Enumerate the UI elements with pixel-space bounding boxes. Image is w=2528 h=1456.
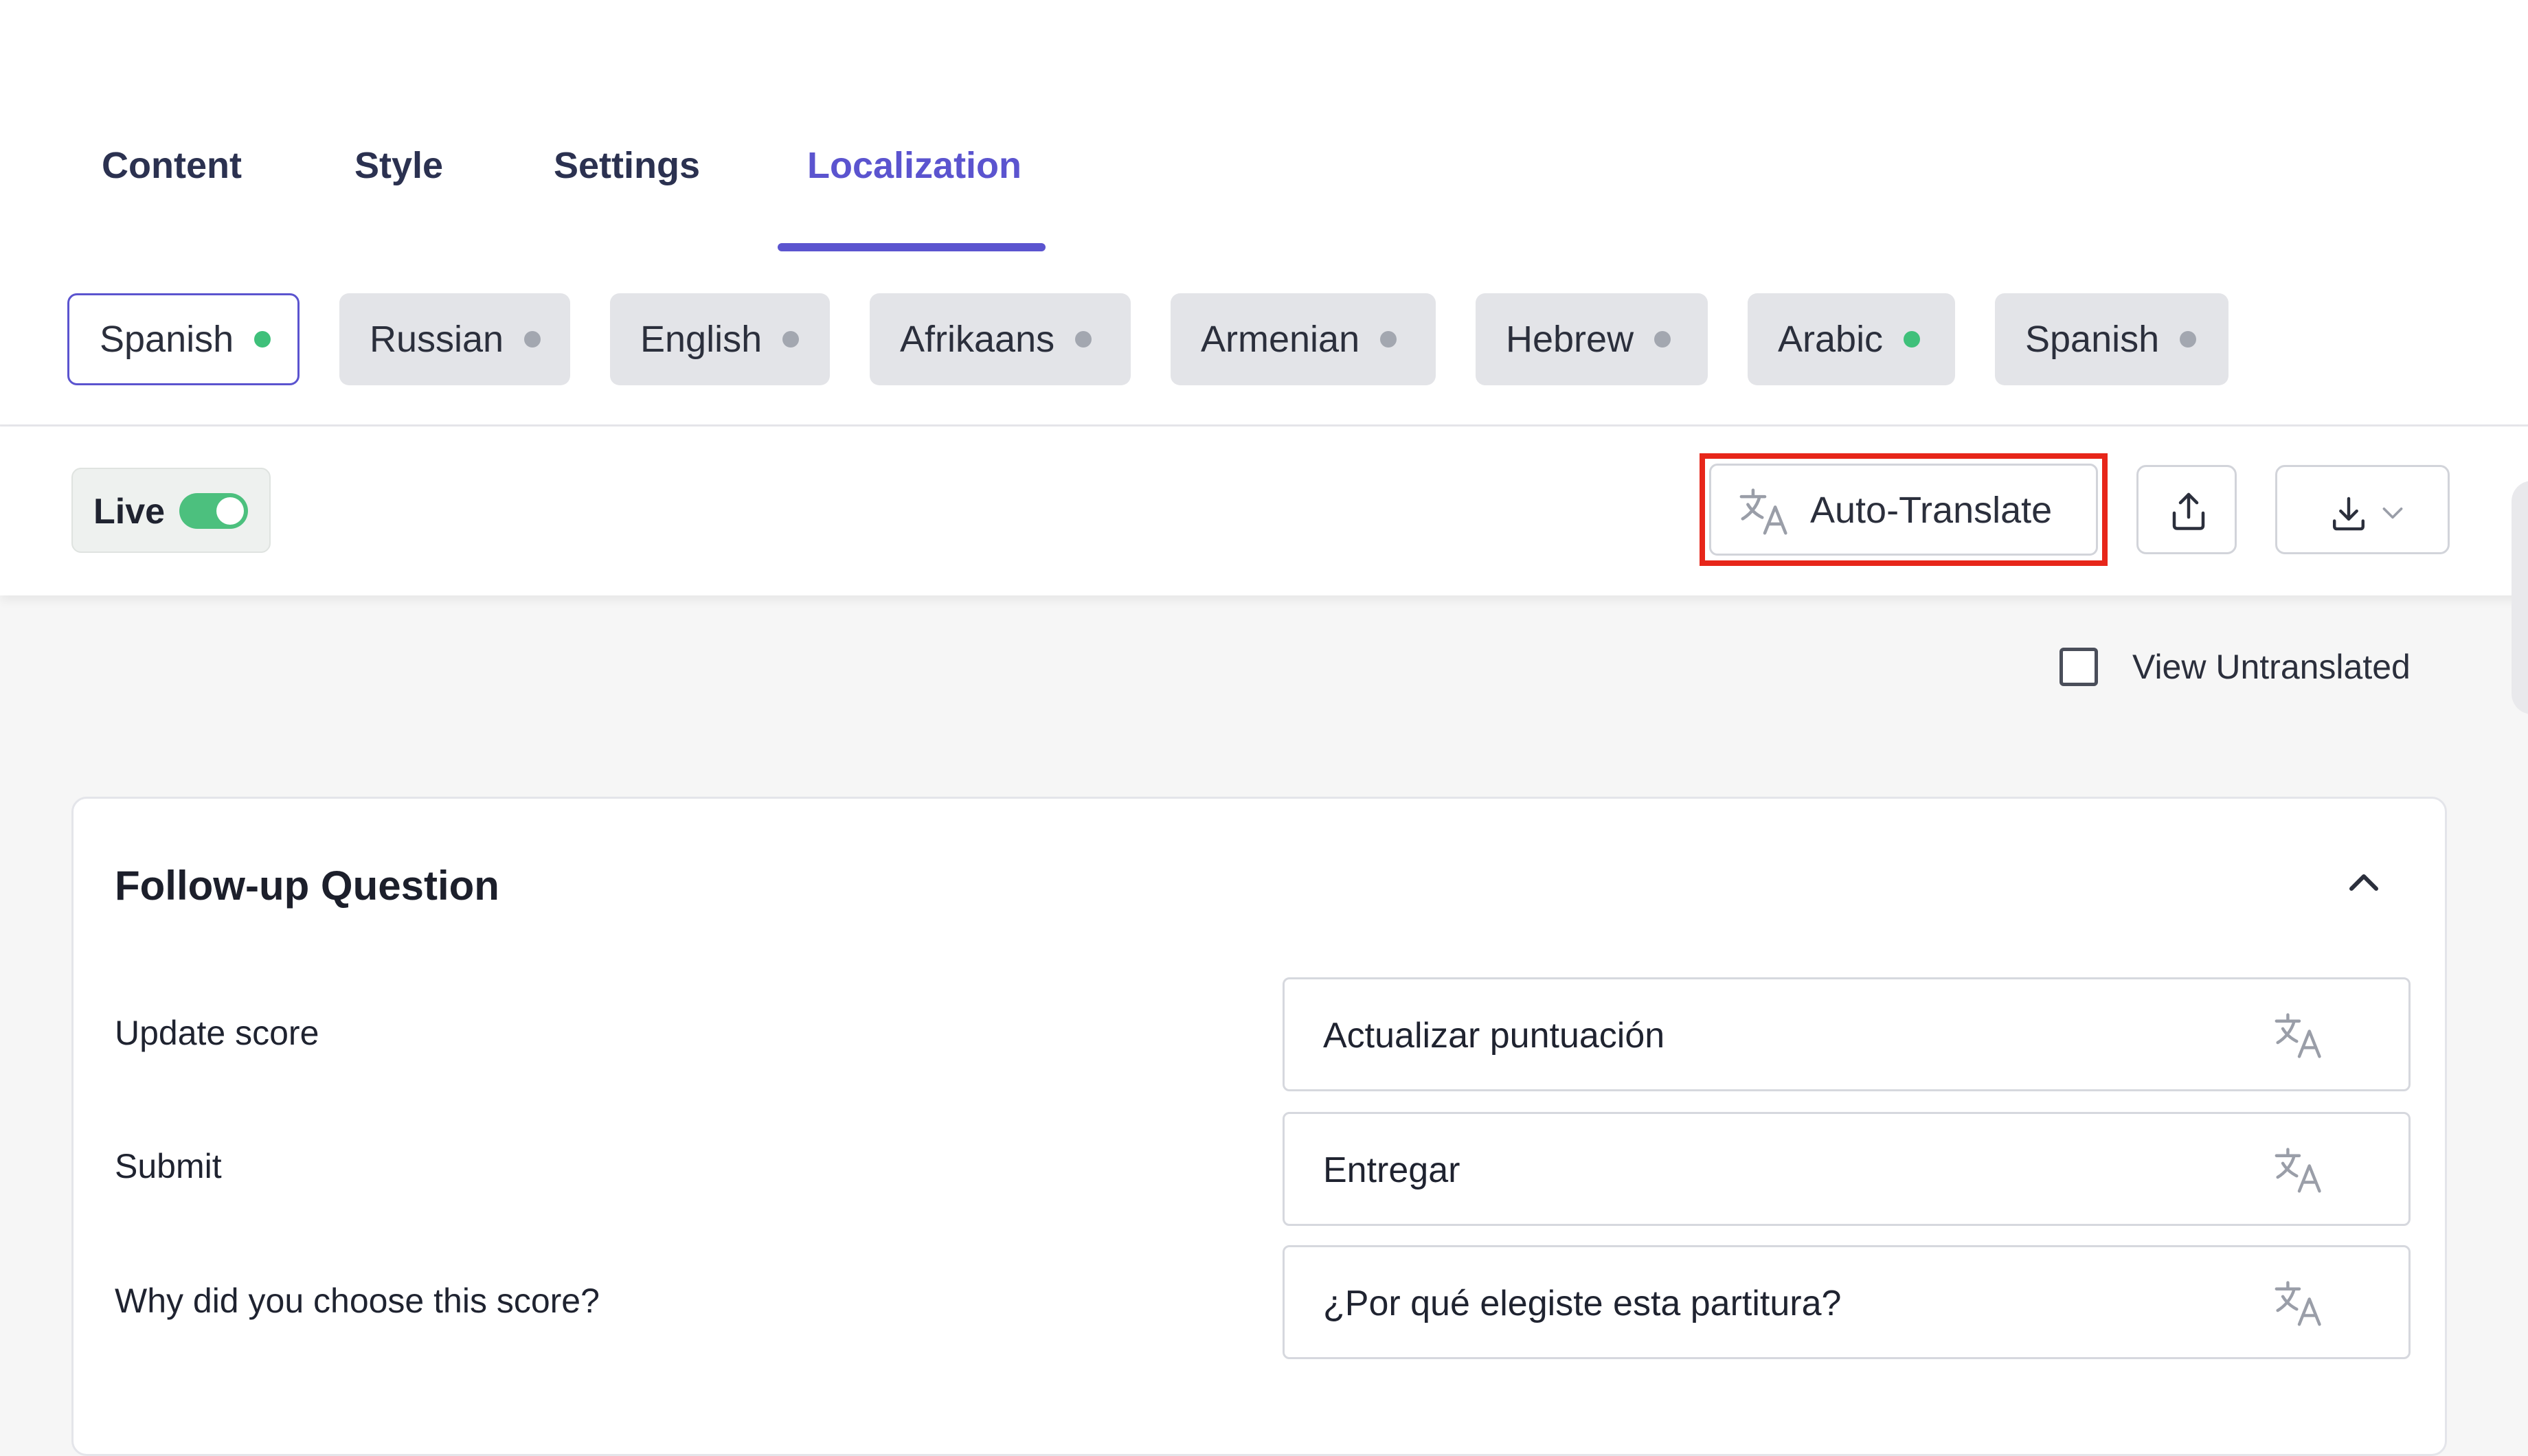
language-chip-label: Hebrew: [1506, 319, 1634, 360]
card-title: Follow-up Question: [115, 863, 499, 909]
language-chip-arabic[interactable]: Arabic: [1748, 293, 1955, 385]
upload-icon: [2172, 492, 2205, 530]
active-tab-indicator: [778, 243, 1046, 251]
source-text: Update score: [115, 1014, 319, 1052]
language-chip-label: Armenian: [1201, 319, 1360, 360]
translation-field[interactable]: Actualizar puntuación: [1283, 977, 2411, 1091]
live-label: Live: [93, 492, 166, 532]
status-dot: [2180, 331, 2197, 348]
side-scroll-handle[interactable]: [2512, 481, 2528, 714]
source-text: Why did you choose this score?: [115, 1282, 600, 1320]
localization-toolbar: Live Auto-Translate: [0, 426, 2528, 595]
language-chip-label: Spanish: [100, 319, 234, 360]
language-chip-label: English: [640, 319, 763, 360]
language-chip-afrikaans[interactable]: Afrikaans: [870, 293, 1131, 385]
language-chip-spanish[interactable]: Spanish: [67, 293, 300, 385]
download-icon: [2332, 497, 2365, 531]
translation-value: Actualizar puntuación: [1323, 1016, 1665, 1056]
tab-content[interactable]: Content: [102, 144, 242, 187]
translation-value: Entregar: [1323, 1150, 1460, 1190]
tab-localization[interactable]: Localization: [807, 144, 1022, 187]
tab-settings[interactable]: Settings: [554, 144, 700, 187]
status-dot: [254, 331, 271, 348]
follow-up-question-card: Follow-up Question Update score Actualiz…: [71, 797, 2447, 1456]
upload-button[interactable]: [2136, 465, 2237, 554]
language-chip-label: Spanish: [2025, 319, 2160, 360]
auto-translate-label: Auto-Translate: [1810, 490, 2053, 531]
download-dropdown-button[interactable]: [2275, 465, 2450, 554]
language-chip-spanish-2[interactable]: Spanish: [1995, 293, 2228, 385]
view-untranslated-option[interactable]: View Untranslated: [2059, 644, 2411, 690]
translation-field[interactable]: ¿Por qué elegiste esta partitura?: [1283, 1245, 2411, 1359]
translate-icon[interactable]: [2274, 1146, 2325, 1194]
translation-value: ¿Por qué elegiste esta partitura?: [1323, 1284, 1842, 1323]
live-status: Live: [71, 468, 271, 553]
top-tab-bar: Content Style Settings Localization: [0, 0, 2528, 252]
status-dot: [524, 331, 541, 348]
auto-translate-button[interactable]: Auto-Translate: [1709, 464, 2098, 556]
status-dot: [1075, 331, 1092, 348]
tab-style[interactable]: Style: [354, 144, 443, 187]
chevron-down-icon: [2382, 508, 2403, 519]
live-toggle[interactable]: [179, 493, 248, 529]
status-dot: [1904, 331, 1921, 348]
status-dot: [1654, 331, 1671, 348]
chevron-up-icon[interactable]: [2343, 862, 2384, 903]
language-chip-hebrew[interactable]: Hebrew: [1476, 293, 1708, 385]
language-chip-label: Arabic: [1778, 319, 1884, 360]
status-dot: [1380, 331, 1397, 348]
language-chip-armenian[interactable]: Armenian: [1171, 293, 1436, 385]
language-selector: Spanish Russian English Afrikaans Armeni…: [0, 252, 2528, 426]
status-dot: [782, 331, 800, 348]
view-untranslated-checkbox[interactable]: [2059, 648, 2098, 686]
language-chip-label: Russian: [370, 319, 504, 360]
source-text: Submit: [115, 1147, 222, 1185]
language-chip-label: Afrikaans: [900, 319, 1055, 360]
toggle-knob: [216, 497, 244, 525]
translate-icon: [1739, 488, 1787, 535]
translate-icon[interactable]: [2274, 1011, 2325, 1059]
language-chip-russian[interactable]: Russian: [339, 293, 570, 385]
language-chip-english[interactable]: English: [610, 293, 830, 385]
view-untranslated-label: View Untranslated: [2132, 648, 2411, 686]
translation-field[interactable]: Entregar: [1283, 1112, 2411, 1226]
translate-icon[interactable]: [2274, 1279, 2325, 1327]
